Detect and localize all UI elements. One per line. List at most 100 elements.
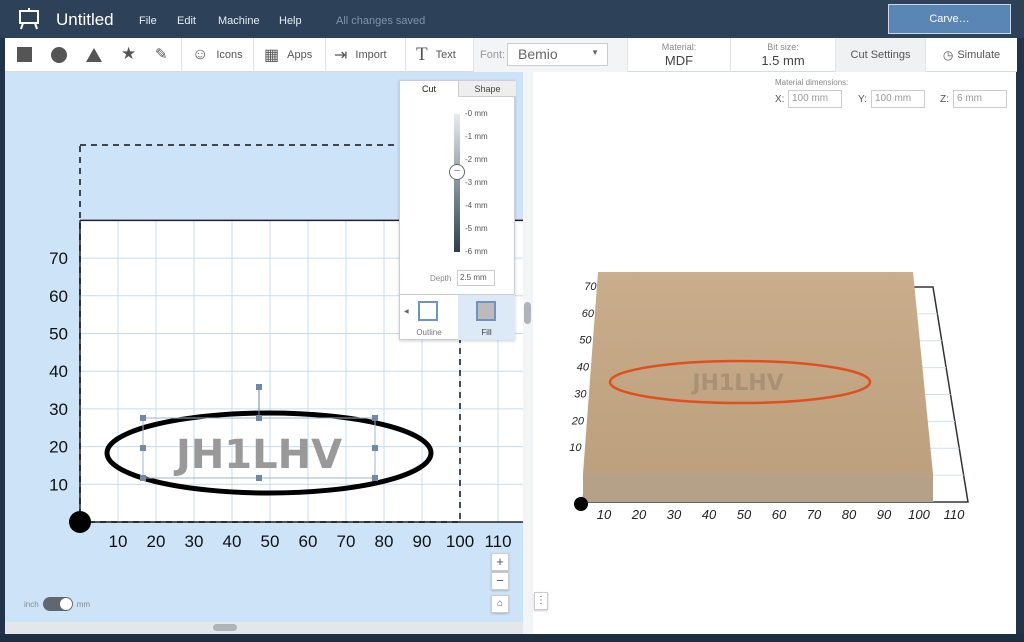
x-tick-label: 110 (484, 532, 511, 551)
home-view-button[interactable]: ⌂ (491, 595, 509, 613)
zoom-out-button[interactable]: − (491, 572, 509, 590)
import-label: Import (355, 49, 387, 61)
dim-z-input[interactable]: 6 mm (953, 90, 1007, 108)
horizontal-scrollbar[interactable] (5, 622, 523, 634)
x-tick-label: 40 (223, 532, 242, 551)
bit-size-button[interactable]: Bit size: 1.5 mm (731, 38, 836, 72)
unit-toggle[interactable]: inch mm (24, 597, 90, 611)
simulate-button[interactable]: ◷ Simulate (926, 38, 1017, 72)
depth-tick-label: -2 mm (465, 155, 488, 164)
more-options-button[interactable]: ⋮ (534, 592, 548, 610)
import-button[interactable]: ⇥ Import (326, 38, 406, 72)
pane-divider[interactable] (523, 72, 533, 634)
design-text[interactable]: JH1LHV (173, 432, 342, 478)
unit-switch[interactable] (42, 597, 73, 611)
zoom-in-button[interactable]: + (491, 553, 509, 571)
fill-button[interactable]: Fill Fill (458, 294, 515, 340)
bit-size-label: Bit size: (767, 42, 799, 52)
depth-slider-thumb[interactable]: – (449, 164, 465, 180)
outline-button[interactable]: ◀ Outline (400, 294, 458, 340)
outline-icon (418, 301, 438, 321)
3d-preview[interactable]: JH1LHV 10 20 30 40 50 60 70 80 90 100 110 10 20 30 40 50… (533, 252, 1016, 552)
resize-handle[interactable] (372, 445, 378, 451)
rotate-handle[interactable] (256, 384, 262, 390)
preview-x-tick: 100 (908, 507, 930, 522)
material-value: MDF (664, 53, 694, 68)
selected-mode-label: Fill (481, 328, 492, 337)
depth-tick-label: -0 mm (465, 109, 488, 118)
save-status: All changes saved (336, 15, 426, 27)
resize-handle[interactable] (256, 415, 262, 421)
menu-machine[interactable]: Machine (218, 15, 260, 27)
font-label: Font: (480, 49, 506, 61)
preview-x-tick: 80 (842, 507, 857, 522)
x-tick-label: 70 (337, 532, 356, 551)
pen-tool-icon[interactable]: ✎ (155, 45, 168, 63)
divider-handle[interactable] (524, 302, 531, 324)
tab-shape[interactable]: Shape (458, 81, 516, 97)
resize-handle[interactable] (140, 475, 146, 481)
resize-handle[interactable] (140, 445, 146, 451)
preview-x-tick: 20 (631, 507, 647, 522)
resize-handle[interactable] (372, 475, 378, 481)
font-value: Bemio (518, 46, 558, 62)
resize-handle[interactable] (372, 415, 378, 421)
material-side (583, 474, 933, 502)
dim-x-label: X: (775, 94, 785, 105)
dim-y-input[interactable]: 100 mm (871, 90, 925, 108)
apps-label: Apps (287, 49, 313, 61)
depth-slider[interactable] (454, 114, 460, 252)
vertical-dots-icon: ⋮ (536, 595, 546, 606)
y-tick-label: 70 (49, 249, 68, 268)
text-label: Text (435, 49, 456, 61)
caret-left-icon: ◀ (404, 309, 409, 315)
square-tool-icon[interactable] (17, 47, 32, 62)
depth-input[interactable]: 2.5 mm (457, 270, 495, 286)
font-select[interactable]: Bemio ▼ (507, 43, 608, 66)
cut-settings-label: Cut Settings (850, 49, 911, 61)
carve-button[interactable]: Carve… (888, 4, 1011, 34)
active-tab-label: Cut (421, 84, 436, 94)
circle-tool-icon[interactable] (51, 47, 67, 63)
x-tick-label: 60 (299, 532, 318, 551)
title-bar: Untitled File Edit Machine Help All chan… (0, 0, 1024, 38)
preview-y-tick: 20 (571, 415, 585, 427)
star-tool-icon[interactable]: ★ (121, 44, 136, 64)
menu-edit[interactable]: Edit (177, 15, 196, 27)
triangle-tool-icon[interactable] (86, 48, 102, 62)
menu-help[interactable]: Help (279, 15, 302, 27)
depth-tick-label: -4 mm (465, 201, 488, 210)
preview-x-tick: 30 (667, 507, 682, 522)
cut-settings-button[interactable]: Cut Settings (836, 38, 926, 72)
icons-label: Icons (216, 49, 243, 61)
preview-y-tick: 50 (579, 335, 592, 347)
y-tick-label: 50 (49, 325, 68, 344)
simulate-label: Simulate (957, 49, 1001, 61)
unit-inch-label: inch (24, 599, 39, 609)
menu-file[interactable]: File (139, 15, 157, 27)
fill-icon (476, 301, 496, 321)
scroll-thumb[interactable] (213, 624, 237, 631)
project-title[interactable]: Untitled (56, 10, 114, 30)
preview-x-tick: 10 (597, 507, 612, 522)
preview-y-tick: 60 (582, 308, 595, 320)
preview-pane[interactable]: Material dimensions: X: 100 mm Y: 100 mm… (533, 72, 1016, 634)
preview-x-tick: 110 (944, 507, 965, 522)
icons-button[interactable]: ☺ Icons (182, 38, 254, 72)
dim-x-input[interactable]: 100 mm (788, 90, 842, 108)
material-button[interactable]: Material: MDF (628, 38, 731, 72)
resize-handle[interactable] (140, 415, 146, 421)
x-tick-label: 30 (185, 532, 204, 551)
preview-origin (574, 497, 588, 511)
x-tick-label: 10 (109, 532, 128, 551)
text-button[interactable]: T Text (406, 38, 474, 72)
home-icon: ⌂ (496, 598, 504, 609)
y-tick-label: 60 (49, 287, 68, 306)
depth-tick-label: -3 mm (465, 178, 488, 187)
apps-button[interactable]: ▦ Apps (254, 38, 326, 72)
resize-handle[interactable] (256, 475, 262, 481)
dim-z-label: Z: (940, 94, 949, 105)
preview-x-tick: 90 (877, 507, 892, 522)
smiley-icon: ☺ (192, 46, 209, 63)
depth-tick-label: -6 mm (465, 247, 488, 256)
